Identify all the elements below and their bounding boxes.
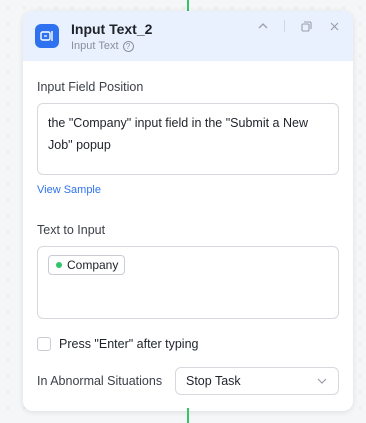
variable-tag[interactable]: Company — [48, 255, 126, 275]
status-dot-icon — [56, 262, 62, 268]
close-icon[interactable] — [327, 19, 341, 33]
chevron-up-icon[interactable] — [256, 19, 270, 33]
abnormal-situations-value: Stop Task — [186, 374, 241, 388]
input-field-position-textarea[interactable]: the "Company" input field in the "Submit… — [37, 103, 339, 175]
flow-connector-bottom — [187, 408, 189, 423]
node-header: Input Text_2 Input Text ? — [23, 11, 353, 61]
copy-icon[interactable] — [299, 19, 313, 33]
text-to-input-label: Text to Input — [37, 223, 106, 237]
abnormal-situations-label: In Abnormal Situations — [37, 374, 163, 388]
node-subtitle: Input Text — [71, 40, 119, 52]
text-to-input-field[interactable]: Company — [37, 246, 339, 319]
press-enter-label[interactable]: Press "Enter" after typing — [59, 337, 199, 351]
chevron-down-icon — [316, 375, 328, 387]
press-enter-checkbox[interactable] — [37, 337, 51, 351]
help-icon[interactable]: ? — [122, 40, 134, 52]
abnormal-situations-select[interactable]: Stop Task — [175, 367, 339, 395]
view-sample-link[interactable]: View Sample — [37, 184, 339, 196]
header-divider — [284, 20, 285, 32]
variable-tag-label: Company — [67, 258, 119, 272]
input-text-icon — [35, 24, 59, 48]
node-title: Input Text_2 — [71, 21, 153, 37]
input-field-position-label: Input Field Position — [37, 80, 144, 94]
node-card[interactable]: Input Text_2 Input Text ? Input Field Po… — [23, 11, 353, 411]
